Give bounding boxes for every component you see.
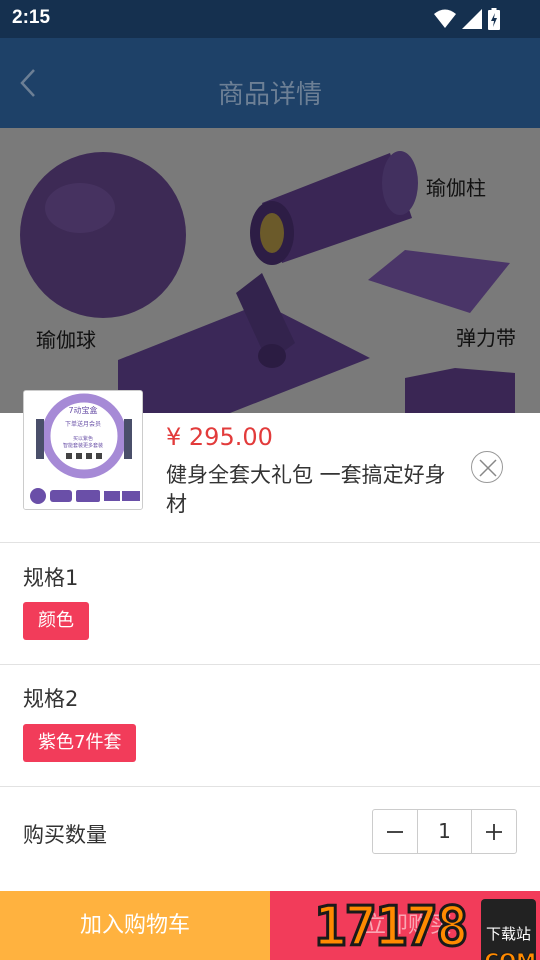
spec-2-label: 规格2 — [23, 687, 79, 711]
thumb-text-1: 7动宝盒 — [68, 406, 98, 415]
product-title: 健身全套大礼包 一套搞定好身材 — [166, 463, 446, 516]
close-icon — [479, 459, 497, 477]
product-price: ¥ 295.00 — [166, 423, 273, 451]
label-foam-roller: 瑜伽柱 — [426, 176, 486, 200]
thumb-text-4: 智能套装更多套装 — [62, 443, 103, 449]
thumb-text-2: 下单送月会员 — [64, 421, 101, 428]
watermark-logo: 17178 下载站 .COM — [313, 893, 540, 960]
resistance-band-shape — [368, 250, 510, 313]
spec-1-option-selected[interactable]: 颜色 — [23, 602, 89, 640]
thumb-text-3: 买以紫色 — [72, 436, 93, 442]
yoga-ball-shape — [20, 152, 186, 318]
sku-selector-sheet: 7动宝盒 下单送月会员 买以紫色 智能套装更多套装 ¥ 295.00 健身全套大… — [0, 390, 540, 960]
spec-2-option-selected[interactable]: 紫色7件套 — [23, 724, 137, 762]
divider — [0, 542, 540, 543]
product-image: 瑜伽球 瑜伽柱 弹力带 — [0, 128, 540, 413]
plus-icon — [486, 823, 502, 840]
status-icons — [434, 8, 500, 30]
quantity-increase-button[interactable] — [472, 810, 516, 853]
foam-roller-shape — [250, 151, 418, 265]
divider — [0, 786, 540, 787]
quantity-value[interactable]: 1 — [417, 810, 472, 853]
app-header: 商品详情 — [0, 38, 540, 128]
spec-1-label: 规格1 — [23, 566, 79, 590]
status-time: 2:15 — [12, 7, 51, 28]
quantity-decrease-button[interactable] — [373, 810, 417, 853]
divider — [0, 664, 540, 665]
watermark-number: 17178 — [313, 895, 471, 958]
quantity-stepper: 1 — [372, 809, 517, 854]
status-bar: 2:15 — [0, 0, 540, 38]
close-button[interactable] — [471, 451, 503, 483]
page-title: 商品详情 — [217, 80, 322, 110]
wifi-icon — [434, 9, 456, 28]
label-resistance-band: 弹力带 — [456, 326, 516, 350]
minus-icon — [387, 830, 403, 833]
add-to-cart-button[interactable]: 加入购物车 — [0, 891, 270, 960]
product-thumbnail: 7动宝盒 下单送月会员 买以紫色 智能套装更多套装 — [23, 390, 143, 510]
watermark-domain: .COM — [476, 927, 536, 960]
quantity-label: 购买数量 — [23, 823, 107, 847]
battery-icon — [488, 8, 500, 30]
yoga-block-shape — [405, 368, 515, 413]
action-footer: 加入购物车 立即购买 17178 下载站 .COM — [0, 891, 540, 960]
signal-icon — [462, 9, 482, 29]
label-yoga-ball: 瑜伽球 — [36, 328, 96, 352]
buy-now-button[interactable]: 立即购买 17178 下载站 .COM — [270, 891, 540, 960]
